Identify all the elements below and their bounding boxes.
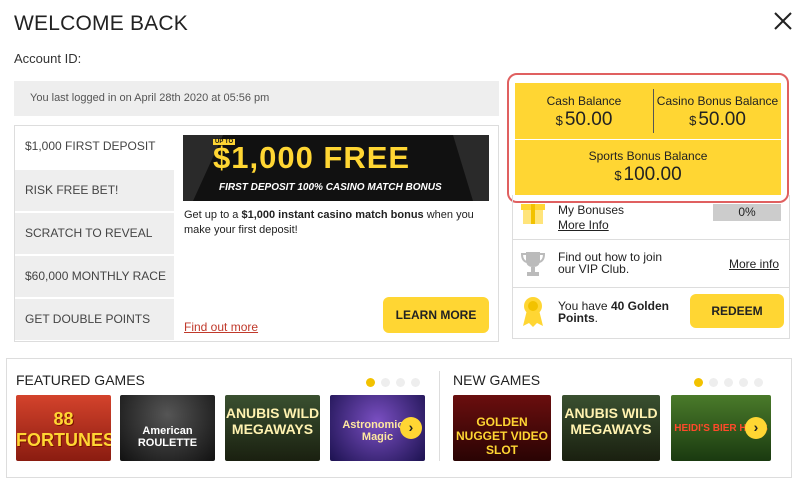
page-title: WELCOME BACK xyxy=(14,12,188,35)
golden-points-count: 40 Golden xyxy=(610,299,669,313)
trophy-icon xyxy=(521,252,545,276)
account-info-panel: My Bonuses More Info 0% Find out how to … xyxy=(512,195,790,339)
featured-games-pager xyxy=(366,374,426,387)
banner-subline: FIRST DEPOSIT 100% CASINO MATCH BONUS xyxy=(219,182,442,193)
sports-bonus-amount: 100.00 xyxy=(623,164,682,185)
promotions-panel: $1,000 FIRST DEPOSIT RISK FREE BET! SCRA… xyxy=(14,125,499,342)
casino-bonus-amount: 50.00 xyxy=(698,109,746,130)
golden-points-text: You have 40 Golden Points. xyxy=(558,300,683,324)
sports-bonus-balance: Sports Bonus Balance $100.00 xyxy=(515,140,781,195)
new-games-pager xyxy=(694,374,769,387)
currency-symbol: $ xyxy=(614,168,622,183)
pager-dot[interactable] xyxy=(754,378,763,387)
pager-dot[interactable] xyxy=(366,378,375,387)
golden-points-row: You have 40 Golden Points. REDEEM xyxy=(513,287,789,339)
redeem-button[interactable]: REDEEM xyxy=(690,294,784,328)
promo-text-start: Get up to a xyxy=(184,209,242,221)
my-bonuses-label: My Bonuses xyxy=(558,203,625,217)
promotion-tabs: $1,000 FIRST DEPOSIT RISK FREE BET! SCRA… xyxy=(15,126,174,341)
promo-banner[interactable]: $1,000 FREE UP TO FIRST DEPOSIT 100% CAS… xyxy=(183,135,489,201)
vip-club-row: Find out how to join our VIP Club. More … xyxy=(513,239,789,287)
new-games-next-arrow-icon[interactable]: › xyxy=(745,417,767,439)
close-icon[interactable] xyxy=(772,10,794,32)
pager-dot[interactable] xyxy=(739,378,748,387)
bonuses-more-info-link[interactable]: More Info xyxy=(558,219,609,231)
game-title: 88 FORTUNES xyxy=(16,409,111,450)
game-tile-anubis-wild[interactable]: ANUBIS WILD MEGAWAYS xyxy=(225,395,320,461)
featured-next-arrow-icon[interactable]: › xyxy=(400,417,422,439)
pager-dot[interactable] xyxy=(724,378,733,387)
bonus-progress-bar: 0% xyxy=(713,204,781,221)
game-title: ANUBIS WILD MEGAWAYS xyxy=(564,405,658,437)
medal-icon xyxy=(523,297,543,327)
golden-points-word: Points xyxy=(558,311,595,325)
promo-tab-risk-free-bet[interactable]: RISK FREE BET! xyxy=(15,170,174,211)
pager-dot[interactable] xyxy=(694,378,703,387)
currency-symbol: $ xyxy=(689,113,697,128)
vip-more-info-link[interactable]: More info xyxy=(729,258,779,270)
pager-dot[interactable] xyxy=(396,378,405,387)
game-tile-anubis-wild-new[interactable]: ANUBIS WILD MEGAWAYS xyxy=(562,395,660,461)
game-title: ANUBIS WILD MEGAWAYS xyxy=(225,405,320,437)
balances-panel: Cash Balance $50.00 Casino Bonus Balance… xyxy=(507,73,789,203)
casino-bonus-balance: Casino Bonus Balance $50.00 xyxy=(654,83,781,139)
cash-balance: Cash Balance $50.00 xyxy=(515,83,653,139)
pager-dot[interactable] xyxy=(411,378,420,387)
bonus-progress-value: 0% xyxy=(738,205,756,219)
games-panel: FEATURED GAMES NEW GAMES 88 FORTUNES Ame… xyxy=(6,358,792,478)
sports-bonus-label: Sports Bonus Balance xyxy=(588,149,708,163)
game-title: GOLDEN NUGGET VIDEO SLOT xyxy=(455,415,548,457)
golden-points-suffix: . xyxy=(594,311,599,325)
game-title: American ROULETTE xyxy=(137,425,198,449)
promo-description: Get up to a $1,000 instant casino match … xyxy=(184,208,484,238)
learn-more-button[interactable]: LEARN MORE xyxy=(383,297,489,333)
vip-club-text: Find out how to join our VIP Club. xyxy=(558,250,663,276)
promo-tab-monthly-race[interactable]: $60,000 MONTHLY RACE xyxy=(15,256,174,297)
promo-text-bold: $1,000 instant casino match bonus xyxy=(241,209,424,221)
banner-headline: $1,000 FREE xyxy=(213,140,411,175)
my-bonuses-row: My Bonuses More Info 0% xyxy=(513,195,789,239)
currency-symbol: $ xyxy=(555,113,563,128)
promo-tab-first-deposit[interactable]: $1,000 FIRST DEPOSIT xyxy=(15,126,174,167)
cash-balance-label: Cash Balance xyxy=(546,94,622,108)
game-tile-88-fortunes[interactable]: 88 FORTUNES xyxy=(16,395,111,461)
game-tile-american-roulette[interactable]: American ROULETTE xyxy=(120,395,215,461)
section-divider xyxy=(439,371,440,461)
find-out-more-link[interactable]: Find out more xyxy=(184,320,258,334)
gift-icon xyxy=(521,204,545,224)
cash-balance-amount: 50.00 xyxy=(564,109,613,130)
pager-dot[interactable] xyxy=(709,378,718,387)
game-tile-golden-nugget[interactable]: GOLDEN NUGGET VIDEO SLOT xyxy=(453,395,551,461)
banner-badge: UP TO xyxy=(213,139,236,145)
new-games-title: NEW GAMES xyxy=(453,372,541,388)
promo-tab-double-points[interactable]: GET DOUBLE POINTS xyxy=(15,299,174,340)
casino-bonus-label: Casino Bonus Balance xyxy=(656,94,779,108)
pager-dot[interactable] xyxy=(381,378,390,387)
promo-tab-scratch[interactable]: SCRATCH TO REVEAL xyxy=(15,213,174,254)
last-login-bar: You last logged in on April 28th 2020 at… xyxy=(14,81,499,116)
featured-games-title: FEATURED GAMES xyxy=(16,372,145,388)
account-id-label: Account ID: xyxy=(14,51,82,66)
